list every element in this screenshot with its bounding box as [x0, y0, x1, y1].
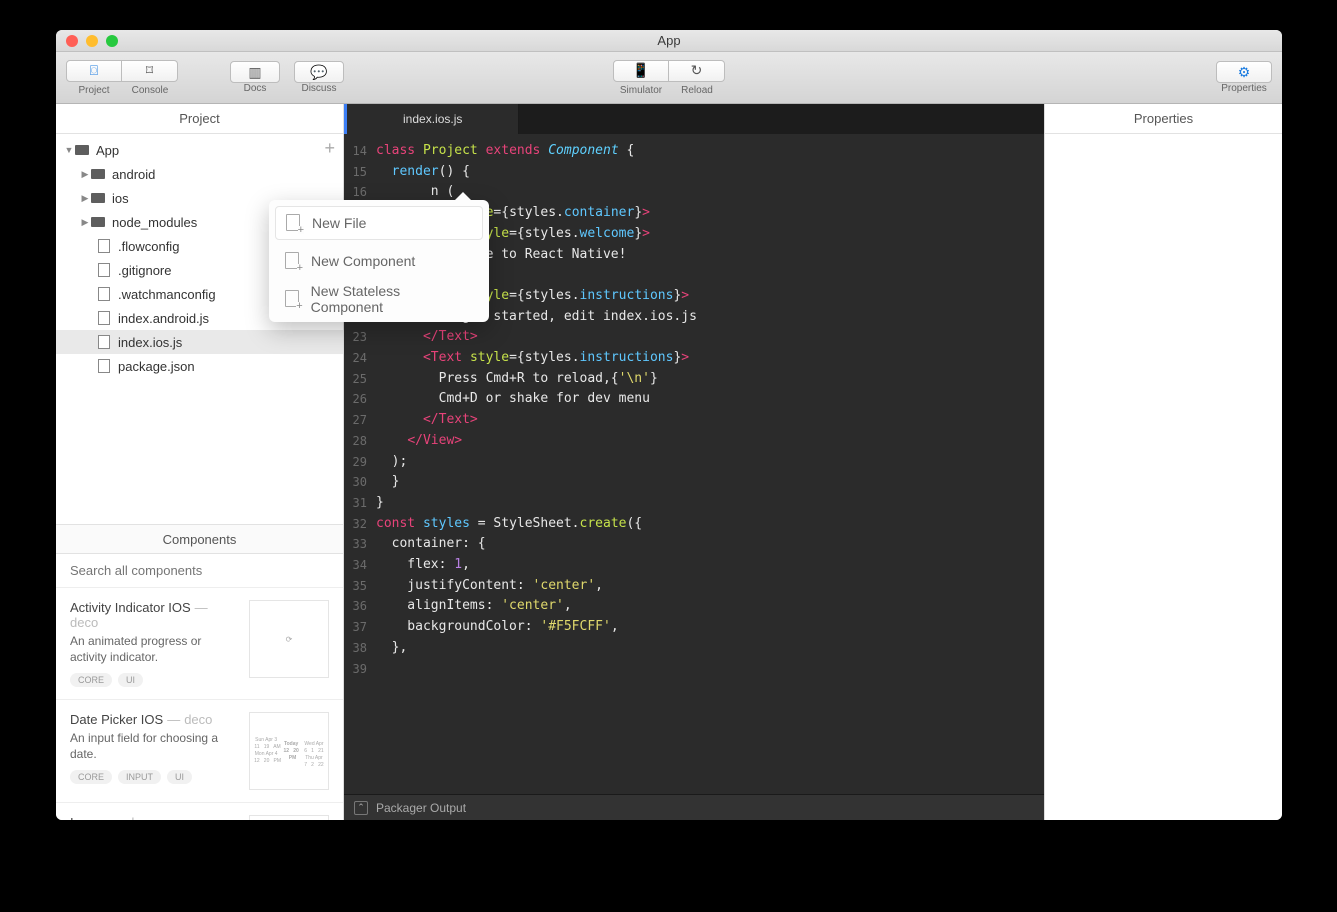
window-title: App: [56, 33, 1282, 48]
component-title: Activity Indicator IOS—deco: [70, 600, 239, 630]
project-panel-header: Project: [56, 104, 343, 134]
docs-button[interactable]: ▥: [230, 61, 280, 83]
caret-down-icon: ▼: [64, 145, 74, 155]
tree-file[interactable]: package.json: [56, 354, 343, 378]
tag: UI: [118, 673, 143, 687]
popover-label: New Component: [311, 253, 415, 269]
popover-item-new-stateless[interactable]: New Stateless Component: [275, 282, 483, 316]
component-thumbnail: Sun Apr 3 11 19 AM Mon Apr 4 12 20 PM To…: [249, 712, 329, 790]
add-file-button[interactable]: +: [324, 138, 335, 159]
discuss-label: Discuss: [294, 83, 344, 94]
tab-active[interactable]: index.ios.js: [347, 104, 519, 134]
project-label: Project: [66, 85, 122, 96]
status-bar: ⌃ Packager Output: [344, 794, 1044, 820]
component-title: Image—deco: [70, 815, 239, 820]
new-file-icon: [285, 290, 301, 308]
tree-label: android: [112, 167, 155, 182]
discuss-group: 💬 Discuss: [294, 61, 344, 94]
properties-button[interactable]: ⚙: [1216, 61, 1272, 83]
components-list: Activity Indicator IOS—deco An animated …: [56, 588, 343, 820]
component-tags: CORE INPUT UI: [70, 770, 239, 784]
console-button[interactable]: ⌑: [122, 60, 178, 82]
file-tree: + ▼ App ▶ android ▶ ios ▶: [56, 134, 343, 524]
folder-icon: [90, 167, 106, 181]
discuss-button[interactable]: 💬: [294, 61, 344, 83]
tree-label: index.ios.js: [118, 335, 182, 350]
docs-group: ▥ Docs: [230, 61, 280, 94]
tag: INPUT: [118, 770, 161, 784]
console-label: Console: [122, 85, 178, 96]
tag: UI: [167, 770, 192, 784]
file-icon: [96, 311, 112, 325]
tree-label: package.json: [118, 359, 195, 374]
component-title: Date Picker IOS—deco: [70, 712, 239, 727]
chevron-up-icon[interactable]: ⌃: [354, 801, 368, 815]
tab-bar: index.ios.js: [344, 104, 1044, 134]
components-header: Components: [56, 524, 343, 554]
tree-label: .watchmanconfig: [118, 287, 216, 302]
popover-label: New File: [312, 215, 366, 231]
properties-header: Properties: [1045, 104, 1282, 134]
tree-file-selected[interactable]: index.ios.js: [56, 330, 343, 354]
file-icon: [96, 335, 112, 349]
status-text: Packager Output: [376, 801, 466, 815]
toolbar-center: 📱 ↻ Simulator Reload: [613, 60, 725, 96]
toolbar: ⌼ ⌑ Project Console ▥ Docs 💬 Discuss 📱 ↻…: [56, 52, 1282, 104]
folder-icon: [90, 215, 106, 229]
tree-root-label: App: [96, 143, 119, 158]
docs-label: Docs: [230, 83, 280, 94]
tree-label: node_modules: [112, 215, 197, 230]
new-file-icon: [285, 252, 301, 270]
component-item[interactable]: Image—deco: [56, 803, 343, 820]
titlebar: App: [56, 30, 1282, 52]
file-icon: [96, 359, 112, 373]
tree-label: ios: [112, 191, 129, 206]
tag: CORE: [70, 673, 112, 687]
tree-root[interactable]: ▼ App: [56, 138, 343, 162]
caret-right-icon: ▶: [80, 169, 90, 180]
main-content: Project + ▼ App ▶ android ▶ ios: [56, 104, 1282, 820]
simulator-label: Simulator: [613, 85, 669, 96]
simulator-button[interactable]: 📱: [613, 60, 669, 82]
toolbar-left-group: ⌼ ⌑ Project Console: [66, 60, 178, 96]
search-input[interactable]: [70, 563, 329, 578]
caret-right-icon: ▶: [80, 193, 90, 204]
component-desc: An animated progress or activity indicat…: [70, 634, 239, 665]
new-file-icon: [286, 214, 302, 232]
tree-folder[interactable]: ▶ android: [56, 162, 343, 186]
file-icon: [96, 263, 112, 277]
project-button[interactable]: ⌼: [66, 60, 122, 82]
tag: CORE: [70, 770, 112, 784]
properties-label: Properties: [1216, 83, 1272, 94]
caret-right-icon: ▶: [80, 217, 90, 228]
new-file-popover: New File New Component New Stateless Com…: [269, 200, 489, 322]
folder-icon: [74, 143, 90, 157]
file-icon: [96, 239, 112, 253]
popover-label: New Stateless Component: [311, 283, 473, 315]
component-item[interactable]: Date Picker IOS—deco An input field for …: [56, 700, 343, 803]
tree-label: index.android.js: [118, 311, 209, 326]
app-window: App ⌼ ⌑ Project Console ▥ Docs 💬 Discuss…: [56, 30, 1282, 820]
components-search: [56, 554, 343, 588]
popover-item-new-file[interactable]: New File: [275, 206, 483, 240]
file-icon: [96, 287, 112, 301]
popover-item-new-component[interactable]: New Component: [275, 244, 483, 278]
folder-icon: [90, 191, 106, 205]
tree-label: .gitignore: [118, 263, 171, 278]
component-thumbnail: ⟳: [249, 600, 329, 678]
toolbar-right-group: ⚙ Properties: [1216, 61, 1272, 94]
component-desc: An input field for choosing a date.: [70, 731, 239, 762]
reload-label: Reload: [669, 85, 725, 96]
component-thumbnail: [249, 815, 329, 820]
properties-panel: Properties: [1044, 104, 1282, 820]
tree-label: .flowconfig: [118, 239, 179, 254]
component-tags: CORE UI: [70, 673, 239, 687]
reload-button[interactable]: ↻: [669, 60, 725, 82]
component-item[interactable]: Activity Indicator IOS—deco An animated …: [56, 588, 343, 700]
